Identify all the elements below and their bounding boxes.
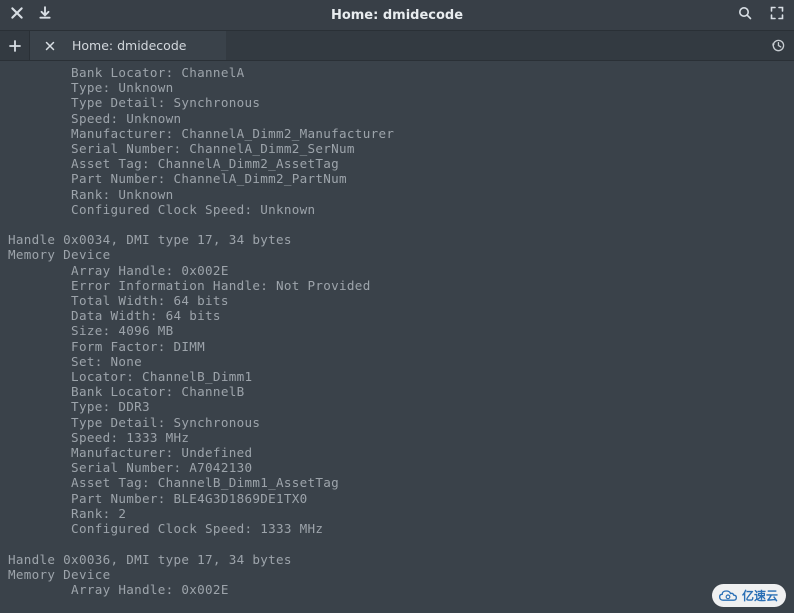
- terminal-output[interactable]: Bank Locator: ChannelA Type: Unknown Typ…: [0, 61, 794, 597]
- output-block-1: Bank Locator: ChannelA Type: Unknown Typ…: [8, 65, 794, 217]
- close-window-icon[interactable]: [10, 6, 24, 24]
- history-icon[interactable]: [760, 31, 794, 60]
- cloud-icon: [718, 589, 738, 603]
- output-block-3: Handle 0x0036, DMI type 17, 34 bytes Mem…: [8, 552, 794, 598]
- title-bar: Home: dmidecode: [0, 0, 794, 31]
- watermark-text: 亿速云: [742, 587, 778, 604]
- output-block-2: Handle 0x0034, DMI type 17, 34 bytes Mem…: [8, 232, 794, 536]
- search-icon[interactable]: [738, 6, 752, 24]
- download-icon[interactable]: [38, 6, 52, 24]
- watermark-badge: 亿速云: [712, 584, 786, 607]
- tab-label: Home: dmidecode: [62, 38, 226, 53]
- fullscreen-icon[interactable]: [770, 6, 784, 24]
- new-tab-button[interactable]: [0, 31, 30, 60]
- tab-active[interactable]: Home: dmidecode: [30, 31, 226, 60]
- close-tab-icon[interactable]: [38, 41, 62, 51]
- tab-bar: Home: dmidecode: [0, 31, 794, 61]
- window-title: Home: dmidecode: [130, 8, 664, 23]
